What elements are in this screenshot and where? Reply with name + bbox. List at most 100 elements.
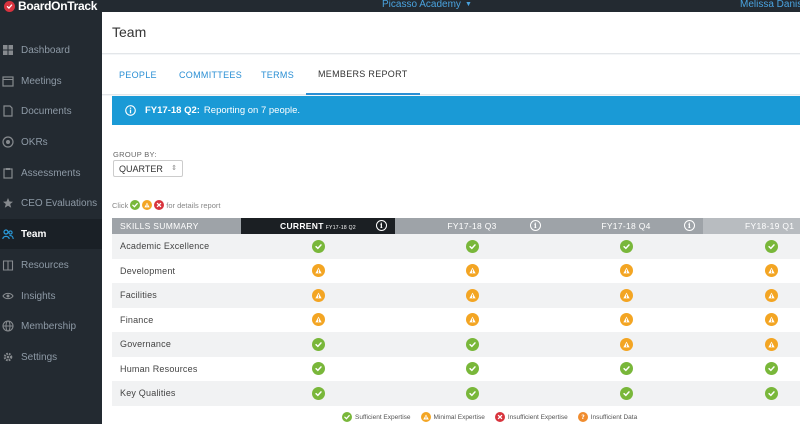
sidebar: Dashboard Meetings Documents OKRs Assessment… [0,12,102,424]
page-header: Team [102,12,800,54]
sidebar-item-settings[interactable]: Settings [0,342,102,372]
sidebar-item-label: CEO Evaluations [21,197,98,209]
sidebar-item-label: Documents [21,105,72,117]
table-row: Governance [112,332,800,357]
status-cell [549,357,703,382]
gear-icon [2,351,14,363]
checkmark-icon[interactable] [619,362,633,376]
info-icon[interactable]: i [376,220,387,231]
checkmark-icon [342,412,352,422]
document-icon [2,105,14,117]
sidebar-item-insights[interactable]: Insights [0,281,102,311]
sidebar-item-team[interactable]: Team [0,219,102,249]
banner-message: Reporting on 7 people. [203,105,301,116]
warning-icon[interactable] [619,337,633,351]
header-current-label: CURRENT [280,221,324,231]
warning-icon[interactable] [465,313,479,327]
table-row: Development [112,259,800,284]
x-icon [494,412,505,422]
checkmark-icon[interactable] [765,362,778,376]
skill-name: Finance [120,314,154,325]
skill-name: Key Qualities [120,388,176,399]
sidebar-item-resources[interactable]: Resources [0,250,102,280]
warning-icon[interactable] [311,313,325,327]
checkmark-icon[interactable] [765,386,778,400]
status-cell [395,332,549,357]
info-icon[interactable]: i [684,220,695,231]
warning-icon[interactable] [765,313,778,327]
checkmark-icon[interactable] [465,386,479,400]
user-menu[interactable]: Melissa Danisc [740,0,800,10]
checkmark-icon[interactable] [765,239,778,253]
warning-icon[interactable] [465,288,479,302]
tab-members-report[interactable]: MEMBERS REPORT [306,55,420,95]
status-cell [549,332,703,357]
checkmark-icon[interactable] [619,386,633,400]
warning-icon[interactable] [311,288,325,302]
table-row: Finance [112,308,800,333]
status-cell [395,381,549,406]
checkmark-icon[interactable] [311,337,325,351]
main-content: Team PEOPLE COMMITTEES TERMS MEMBERS REP… [102,12,800,424]
sidebar-item-meetings[interactable]: Meetings [0,66,102,96]
status-cell [703,357,800,382]
tab-people[interactable]: PEOPLE [119,55,157,95]
checkmark-icon[interactable] [311,386,325,400]
header-period-label: FY17-18 Q4 [601,221,651,231]
brand-logo-icon [4,0,15,12]
warning-icon[interactable] [311,264,325,278]
checkmark-icon[interactable] [619,239,633,253]
team-icon [2,228,14,240]
warning-icon[interactable] [619,264,633,278]
checkmark-icon[interactable] [465,337,479,351]
status-cell [549,234,703,259]
status-cell [241,357,395,382]
status-cell [549,283,703,308]
checkmark-icon[interactable] [311,239,325,253]
calendar-icon [2,75,14,87]
warning-icon[interactable] [765,337,778,351]
warning-icon[interactable] [765,264,778,278]
book-icon [2,259,14,271]
sidebar-item-dashboard[interactable]: Dashboard [0,35,102,65]
warning-icon [420,412,431,422]
group-by-select[interactable]: QUARTER ⇕ [113,160,183,177]
page-title: Team [112,24,147,40]
info-banner: FY17-18 Q2: Reporting on 7 people. [112,96,800,125]
sidebar-item-membership[interactable]: Membership [0,311,102,341]
status-cell [703,283,800,308]
sidebar-item-okrs[interactable]: OKRs [0,127,102,157]
info-icon[interactable]: i [530,220,541,231]
globe-icon [2,320,14,332]
tab-committees[interactable]: COMMITTEES [179,55,242,95]
legend-label: Insufficient Expertise [507,413,568,421]
header-period-2: FY17-18 Q4 i [549,218,703,234]
organization-selector[interactable]: Picasso Academy ▼ [382,0,472,10]
sidebar-item-documents[interactable]: Documents [0,96,102,126]
warning-icon[interactable] [619,313,633,327]
warning-icon[interactable] [465,264,479,278]
sidebar-item-ceo-evaluations[interactable]: CEO Evaluations [0,188,102,218]
skill-name: Facilities [120,290,158,301]
status-cell [241,259,395,284]
select-arrows-icon: ⇕ [171,165,177,172]
skill-name: Governance [120,339,172,350]
status-cell [549,259,703,284]
legend-label: Insufficient Data [590,413,638,421]
checkmark-icon[interactable] [465,239,479,253]
banner-text: FY17-18 Q2: Reporting on 7 people. [145,105,300,116]
warning-icon[interactable] [619,288,633,302]
tab-terms[interactable]: TERMS [261,55,294,95]
sidebar-item-label: OKRs [21,136,48,148]
sidebar-item-assessments[interactable]: Assessments [0,158,102,188]
checkmark-icon[interactable] [465,362,479,376]
status-cell [395,234,549,259]
status-cell [395,308,549,333]
status-cell [395,283,549,308]
checkmark-icon[interactable] [311,362,325,376]
sidebar-item-label: Membership [21,320,77,332]
tab-bar: PEOPLE COMMITTEES TERMS MEMBERS REPORT [102,55,800,95]
warning-icon[interactable] [765,288,778,302]
star-icon [2,197,14,209]
legend-item: ? Insufficient Data [577,412,638,422]
